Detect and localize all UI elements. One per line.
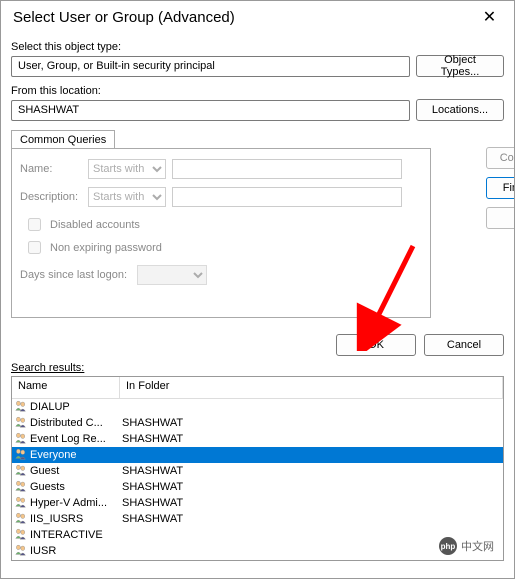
non-expiring-checkbox[interactable]: [28, 241, 41, 254]
object-type-field[interactable]: User, Group, or Built-in security princi…: [11, 56, 410, 77]
row-name: Event Log Re...: [30, 433, 106, 445]
ok-button[interactable]: OK: [336, 334, 416, 356]
principal-icon: [14, 543, 28, 560]
name-label: Name:: [20, 163, 82, 175]
cancel-button[interactable]: Cancel: [424, 334, 504, 356]
row-name: IUSR: [30, 545, 56, 557]
days-since-select[interactable]: [137, 265, 207, 285]
description-label: Description:: [20, 191, 82, 203]
name-input[interactable]: [172, 159, 402, 179]
table-row[interactable]: Event Log Re... SHASHWAT: [12, 431, 503, 447]
row-folder: SHASHWAT: [120, 481, 503, 493]
row-name: Guest: [30, 465, 59, 477]
row-folder: SHASHWAT: [120, 433, 503, 445]
row-folder: SHASHWAT: [120, 497, 503, 509]
table-row[interactable]: Hyper-V Admi... SHASHWAT: [12, 495, 503, 511]
locations-button[interactable]: Locations...: [416, 99, 504, 121]
row-folder: SHASHWAT: [120, 417, 503, 429]
tab-common-queries[interactable]: Common Queries: [11, 130, 115, 149]
row-name: DIALUP: [30, 401, 70, 413]
principal-icon: [14, 399, 28, 416]
results-header: Name In Folder: [12, 377, 503, 399]
dialog-window: Select User or Group (Advanced) ✕ Select…: [0, 0, 515, 579]
disabled-accounts-checkbox[interactable]: [28, 218, 41, 231]
row-name: Guests: [30, 481, 65, 493]
row-name: Everyone: [30, 449, 76, 461]
principal-icon: [14, 463, 28, 480]
object-types-button[interactable]: Object Types...: [416, 55, 504, 77]
principal-icon: [14, 415, 28, 432]
query-panel: Name: Starts with Description: Starts wi…: [11, 148, 431, 318]
close-icon[interactable]: ✕: [467, 3, 512, 31]
principal-icon: [14, 511, 28, 528]
table-row[interactable]: Everyone: [12, 447, 503, 463]
table-row[interactable]: IIS_IUSRS SHASHWAT: [12, 511, 503, 527]
stop-button[interactable]: Stop: [486, 207, 515, 229]
table-row[interactable]: Guests SHASHWAT: [12, 479, 503, 495]
object-type-label: Select this object type:: [11, 41, 504, 53]
disabled-accounts-label: Disabled accounts: [50, 219, 140, 231]
row-name: Distributed C...: [30, 417, 103, 429]
title-text: Select User or Group (Advanced): [13, 9, 235, 26]
description-input[interactable]: [172, 187, 402, 207]
watermark-text: 中文网: [461, 538, 494, 554]
columns-button[interactable]: Columns...: [486, 147, 515, 169]
column-folder[interactable]: In Folder: [120, 377, 503, 398]
row-name: INTERACTIVE: [30, 529, 103, 541]
results-list[interactable]: Name In Folder DIALUP Distributed C... SH…: [11, 376, 504, 561]
table-row[interactable]: DIALUP: [12, 399, 503, 415]
table-row[interactable]: INTERACTIVE: [12, 527, 503, 543]
principal-icon: [14, 479, 28, 496]
dialog-body: Select this object type: User, Group, or…: [1, 33, 514, 326]
watermark: php 中文网: [433, 536, 500, 556]
titlebar: Select User or Group (Advanced) ✕: [1, 1, 514, 33]
table-row[interactable]: IUSR: [12, 543, 503, 559]
description-mode-select[interactable]: Starts with: [88, 187, 166, 207]
location-field[interactable]: SHASHWAT: [11, 100, 410, 121]
principal-icon: [14, 431, 28, 448]
table-row[interactable]: Guest SHASHWAT: [12, 463, 503, 479]
row-name: IIS_IUSRS: [30, 513, 83, 525]
search-results-label: Search results:: [1, 362, 514, 376]
days-since-label: Days since last logon:: [20, 269, 127, 281]
php-badge-icon: php: [439, 537, 457, 555]
table-row[interactable]: Distributed C... SHASHWAT: [12, 415, 503, 431]
row-folder: SHASHWAT: [120, 513, 503, 525]
non-expiring-label: Non expiring password: [50, 242, 162, 254]
principal-icon: [14, 527, 28, 544]
name-mode-select[interactable]: Starts with: [88, 159, 166, 179]
column-name[interactable]: Name: [12, 377, 120, 398]
principal-icon: [14, 495, 28, 512]
find-now-button[interactable]: Find Now: [486, 177, 515, 199]
row-folder: SHASHWAT: [120, 465, 503, 477]
location-label: From this location:: [11, 85, 504, 97]
row-name: Hyper-V Admi...: [30, 497, 107, 509]
principal-icon: [14, 447, 28, 464]
